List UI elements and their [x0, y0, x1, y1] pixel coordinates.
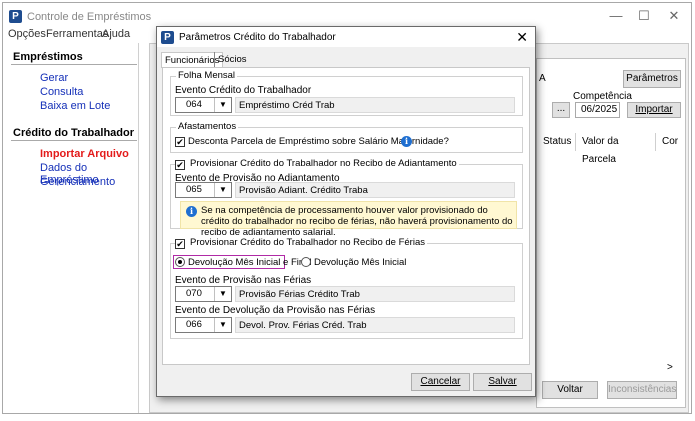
dialog-logo-icon: P: [161, 31, 174, 44]
group-title: Provisionar Crédito do Trabalhador no Re…: [176, 237, 427, 248]
sidebar-item-importar-arquivo[interactable]: Importar Arquivo: [40, 148, 129, 160]
window-title: Controle de Empréstimos: [27, 11, 152, 23]
partial-label: A: [539, 73, 546, 84]
radio-inicial-label[interactable]: Devolução Mês Inicial: [314, 257, 406, 268]
save-button[interactable]: Salvar: [473, 373, 532, 391]
sidebar-item-gerenciamento[interactable]: Gerenciamento: [40, 176, 115, 188]
minimize-button[interactable]: —: [601, 7, 631, 25]
dialog-title: Parâmetros Crédito do Trabalhador: [179, 32, 336, 43]
scroll-right-icon[interactable]: >: [667, 362, 673, 373]
sidebar: Empréstimos Gerar Consulta Baixa em Lote…: [5, 43, 139, 413]
evento-provisao-ferias-combo[interactable]: 070 ▼: [175, 286, 232, 302]
menu-ajuda[interactable]: Ajuda: [102, 28, 130, 40]
evento-provisao-ferias-desc: Provisão Férias Crédito Trab: [235, 286, 515, 302]
evento-provisao-adiant-combo[interactable]: 065 ▼: [175, 182, 232, 198]
tab-panel-funcionarios: Folha Mensal Evento Crédito do Trabalhad…: [162, 67, 530, 365]
parametros-dialog: P Parâmetros Crédito do Trabalhador ✕ Fu…: [156, 26, 536, 397]
chevron-down-icon[interactable]: ▼: [214, 183, 231, 197]
sidebar-item-gerar[interactable]: Gerar: [40, 72, 68, 84]
dialog-close-icon[interactable]: ✕: [516, 29, 528, 46]
desconta-maternidade-checkbox[interactable]: ✔: [175, 137, 185, 147]
cancel-label: Cancelar: [420, 376, 461, 387]
evento-credito-desc: Empréstimo Créd Trab: [235, 97, 515, 113]
divider: [11, 64, 137, 65]
sidebar-section-credito: Crédito do Trabalhador: [13, 127, 135, 139]
save-label: Salvar: [488, 376, 517, 387]
maximize-button[interactable]: ☐: [629, 7, 659, 25]
group-ferias: Provisionar Crédito do Trabalhador no Re…: [170, 237, 523, 339]
info-icon[interactable]: i: [401, 136, 412, 147]
close-window-button[interactable]: ✕: [659, 7, 689, 25]
provisionar-adiantamento-checkbox[interactable]: ✔: [175, 160, 185, 170]
sidebar-section-emprestimos: Empréstimos: [13, 51, 83, 63]
parametros-button[interactable]: Parâmetros: [623, 70, 681, 88]
group-adiantamento: Provisionar Crédito do Trabalhador no Re…: [170, 158, 523, 238]
inconsistencias-button[interactable]: Inconsistências: [607, 381, 677, 399]
radio-inicial-final-label[interactable]: Devolução Mês Inicial e Final: [188, 257, 312, 268]
evento-provisao-ferias-label: Evento de Provisão nas Férias: [175, 275, 312, 286]
radio-inicial[interactable]: [301, 257, 311, 267]
menu-opcoes[interactable]: Opções: [8, 28, 46, 40]
info-icon: i: [186, 206, 197, 217]
dialog-title-bar: P Parâmetros Crédito do Trabalhador ✕: [157, 27, 535, 47]
column-valor-parcela[interactable]: Valor da Parcela: [576, 133, 656, 165]
importar-button[interactable]: Importar: [627, 102, 681, 118]
tab-socios[interactable]: Sócios: [214, 52, 250, 68]
competencia-label: Competência: [573, 91, 632, 102]
radio-inicial-final[interactable]: [175, 257, 185, 267]
sidebar-item-baixa-em-lote[interactable]: Baixa em Lote: [40, 100, 110, 112]
divider: [11, 140, 137, 141]
info-message: Se na competência de processamento houve…: [201, 205, 513, 238]
competencia-input[interactable]: 06/2025: [575, 102, 620, 118]
combo-value: 066: [186, 319, 202, 330]
ellipsis-button[interactable]: ...: [552, 102, 570, 118]
column-cor[interactable]: Cor: [656, 133, 685, 151]
evento-provisao-adiant-desc: Provisão Adiant. Crédito Traba: [235, 182, 515, 198]
evento-devolucao-desc: Devol. Prov. Férias Créd. Trab: [235, 317, 515, 333]
chevron-down-icon[interactable]: ▼: [214, 287, 231, 301]
cancel-button[interactable]: Cancelar: [411, 373, 470, 391]
group-title: Provisionar Crédito do Trabalhador no Re…: [176, 158, 459, 169]
chevron-down-icon[interactable]: ▼: [214, 318, 231, 332]
menu-ferramentas[interactable]: Ferramentas: [46, 28, 108, 40]
sidebar-item-consulta[interactable]: Consulta: [40, 86, 83, 98]
importar-label: Importar: [635, 104, 673, 115]
column-status[interactable]: Status: [537, 133, 576, 151]
combo-value: 064: [186, 99, 202, 110]
group-title: Afastamentos: [176, 121, 239, 132]
group-folha-mensal: Folha Mensal Evento Crédito do Trabalhad…: [170, 70, 523, 116]
group-afastamentos: Afastamentos ✔ Desconta Parcela de Empré…: [170, 121, 523, 153]
evento-credito-combo[interactable]: 064 ▼: [175, 97, 232, 113]
chevron-down-icon[interactable]: ▼: [214, 98, 231, 112]
evento-credito-label: Evento Crédito do Trabalhador: [175, 85, 312, 96]
evento-devolucao-label: Evento de Devolução da Provisão nas Féri…: [175, 305, 376, 316]
app-logo-icon: P: [9, 10, 22, 23]
group-title: Folha Mensal: [176, 70, 238, 81]
title-bar: P Controle de Empréstimos — ☐ ✕: [3, 3, 691, 28]
voltar-button[interactable]: Voltar: [542, 381, 598, 399]
combo-value: 065: [186, 184, 202, 195]
provisionar-ferias-checkbox[interactable]: ✔: [175, 239, 185, 249]
info-message-box: i Se na competência de processamento hou…: [180, 201, 517, 238]
evento-devolucao-combo[interactable]: 066 ▼: [175, 317, 232, 333]
combo-value: 070: [186, 288, 202, 299]
